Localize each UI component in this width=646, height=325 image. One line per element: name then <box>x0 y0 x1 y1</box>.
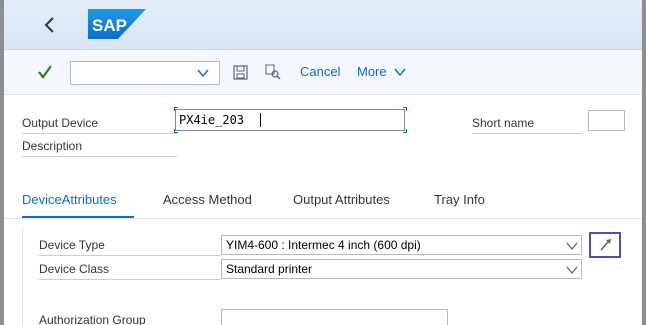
output-device-label-underline <box>22 133 177 134</box>
sap-logo-text: SAP <box>92 16 127 35</box>
device-class-select[interactable]: Standard printer <box>221 259 582 279</box>
description-label-underline <box>22 156 177 157</box>
tab-tray-info[interactable]: Tray Info <box>434 192 485 207</box>
chevron-down-icon[interactable] <box>566 241 578 251</box>
tab-output-attributes[interactable]: Output Attributes <box>293 192 390 207</box>
chevron-down-icon[interactable] <box>196 67 210 79</box>
authorization-group-input[interactable] <box>221 309 448 325</box>
save-icon[interactable] <box>233 65 248 80</box>
authorization-group-label: Authorization Group <box>39 313 146 325</box>
short-name-label-underline <box>472 133 582 134</box>
chevron-down-icon[interactable] <box>394 67 406 77</box>
chevron-left-icon <box>44 17 54 33</box>
value-help-button[interactable] <box>589 232 621 258</box>
more-button[interactable]: More <box>357 64 387 79</box>
tab-separator <box>4 218 642 219</box>
chevron-down-icon[interactable] <box>566 265 578 275</box>
device-class-label-underline <box>39 279 221 280</box>
output-device-input[interactable]: PX4ie_203 <box>175 109 405 131</box>
short-name-input[interactable] <box>588 110 625 131</box>
device-class-label: Device Class <box>39 262 110 276</box>
device-type-label-underline <box>39 255 221 256</box>
output-device-label: Output Device <box>22 116 99 130</box>
window-frame-right <box>642 0 646 325</box>
short-name-label: Short name <box>472 116 535 130</box>
text-caret <box>260 113 261 127</box>
cancel-button[interactable]: Cancel <box>300 64 340 79</box>
tab-device-attributes[interactable]: DeviceAttributes <box>22 192 117 207</box>
focus-corner-bl <box>174 129 178 133</box>
toolbar: Cancel More <box>4 50 642 95</box>
device-type-label: Device Type <box>39 238 105 252</box>
device-type-select[interactable]: YIM4-600 : Intermec 4 inch (600 dpi) <box>221 235 582 255</box>
tab-access-method[interactable]: Access Method <box>163 192 252 207</box>
focus-corner-tr <box>403 107 407 111</box>
checkmark-icon[interactable] <box>36 63 54 81</box>
sap-logo: SAP <box>88 9 146 39</box>
focus-corner-br <box>403 129 407 133</box>
back-button[interactable] <box>40 12 60 38</box>
shell-bar: SAP <box>4 0 642 50</box>
value-help-icon <box>600 239 611 251</box>
focus-corner-tl <box>174 107 178 111</box>
description-label: Description <box>22 139 83 153</box>
find-icon[interactable] <box>265 64 281 80</box>
